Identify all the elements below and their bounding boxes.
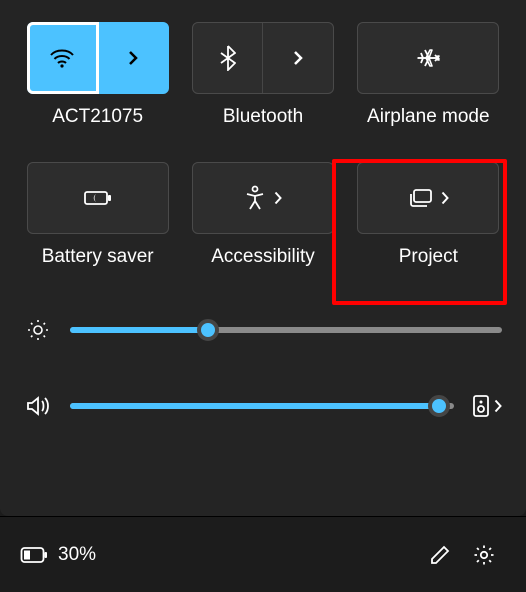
airplane-label: Airplane mode (367, 106, 490, 128)
brightness-thumb[interactable] (197, 319, 219, 341)
volume-slider[interactable] (70, 403, 454, 409)
project-tile[interactable] (357, 162, 499, 234)
speaker-device-icon (472, 394, 490, 418)
accessibility-icon (244, 185, 266, 211)
wifi-expand[interactable] (98, 23, 168, 93)
battery-percent-text: 30% (58, 544, 96, 566)
battery-status[interactable]: 30% (20, 544, 96, 566)
settings-button[interactable] (462, 533, 506, 577)
airplane-icon (415, 46, 441, 70)
project-icon (407, 188, 433, 208)
bluetooth-tile-group: Bluetooth (189, 22, 336, 128)
chevron-right-icon (441, 191, 449, 205)
bottom-bar: 30% (0, 516, 526, 592)
battery-saver-label: Battery saver (42, 246, 154, 268)
bluetooth-label: Bluetooth (223, 106, 303, 128)
chevron-right-icon (128, 50, 138, 66)
chevron-right-icon (494, 399, 502, 413)
wifi-toggle[interactable] (28, 23, 99, 93)
volume-fill (70, 403, 439, 409)
brightness-fill (70, 327, 208, 333)
wifi-icon (49, 47, 75, 69)
battery-saver-tile-group: Battery saver (24, 162, 171, 268)
quick-settings-panel: ACT21075 Bluetooth (0, 0, 526, 516)
accessibility-tile[interactable] (192, 162, 334, 234)
bluetooth-tile[interactable] (192, 22, 334, 94)
edit-button[interactable] (418, 533, 462, 577)
brightness-row (24, 318, 502, 342)
brightness-icon (24, 318, 52, 342)
chevron-right-icon (293, 50, 303, 66)
pencil-icon (429, 544, 451, 566)
chevron-right-icon (274, 191, 282, 205)
project-tile-group: Project (355, 162, 502, 268)
gear-icon (472, 543, 496, 567)
wifi-tile-group: ACT21075 (24, 22, 171, 128)
audio-output-button[interactable] (472, 394, 502, 418)
airplane-tile-group: Airplane mode (355, 22, 502, 128)
tiles-grid: ACT21075 Bluetooth (24, 22, 502, 268)
volume-icon (24, 394, 52, 418)
project-label: Project (399, 246, 458, 268)
volume-row (24, 394, 502, 418)
sliders-section (24, 318, 502, 418)
brightness-slider[interactable] (70, 327, 502, 333)
battery-saver-icon (83, 188, 113, 208)
bluetooth-icon (220, 45, 236, 71)
wifi-label: ACT21075 (52, 106, 143, 128)
airplane-tile[interactable] (357, 22, 499, 94)
wifi-tile[interactable] (27, 22, 169, 94)
accessibility-tile-group: Accessibility (189, 162, 336, 268)
battery-icon (20, 546, 48, 564)
bluetooth-expand[interactable] (263, 23, 333, 93)
volume-thumb[interactable] (428, 395, 450, 417)
battery-saver-tile[interactable] (27, 162, 169, 234)
bluetooth-toggle[interactable] (193, 23, 264, 93)
accessibility-label: Accessibility (211, 246, 314, 268)
